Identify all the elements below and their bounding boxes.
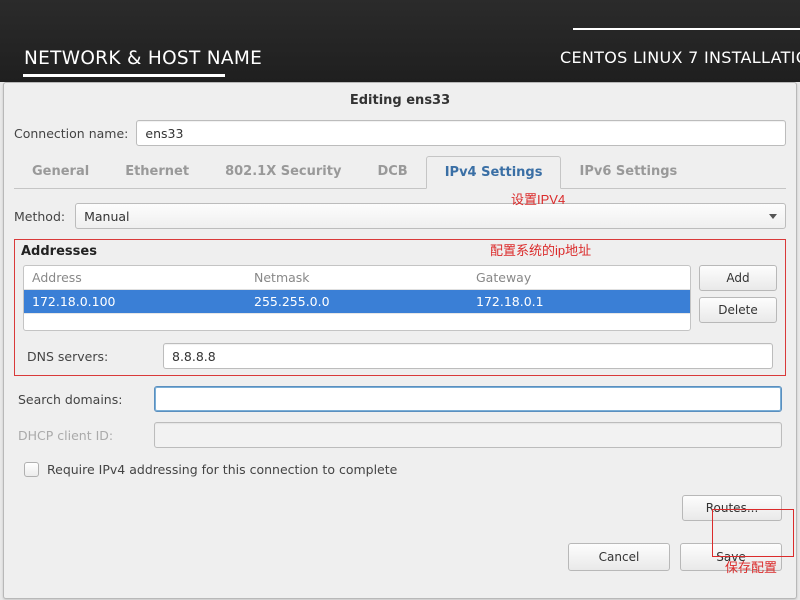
chevron-down-icon [769,214,777,219]
installer-header: NETWORK & HOST NAME CENTOS LINUX 7 INSTA… [0,0,800,82]
edit-connection-dialog: Editing ens33 Connection name: General E… [3,82,797,599]
table-row[interactable]: 172.18.0.100 255.255.0.0 172.18.0.1 [24,290,690,313]
dhcp-client-id-label: DHCP client ID: [18,428,148,443]
require-ipv4-checkbox[interactable] [24,462,39,477]
connection-name-label: Connection name: [14,126,128,141]
annotation-addresses: 配置系统的ip地址 [490,240,591,259]
method-label: Method: [14,209,65,224]
col-address: Address [24,266,246,290]
connection-name-input[interactable] [136,120,786,146]
table-row-empty[interactable] [24,313,690,330]
delete-button[interactable]: Delete [699,297,777,323]
tab-dcb[interactable]: DCB [359,156,425,188]
dialog-title: Editing ens33 [4,83,796,116]
method-value: Manual [84,209,129,224]
tab-8021x[interactable]: 802.1X Security [207,156,359,188]
tab-ipv4-settings[interactable]: IPv4 Settings [426,156,562,189]
dhcp-client-id-input [154,422,782,448]
cell-gateway: 172.18.0.1 [468,290,690,313]
search-domains-input[interactable] [154,386,782,412]
method-select[interactable]: Manual [75,203,786,229]
col-netmask: Netmask [246,266,468,290]
tab-ethernet[interactable]: Ethernet [107,156,207,188]
header-divider [573,28,800,30]
annotation-save: 保存配置 [725,557,777,576]
dns-servers-input[interactable] [163,343,773,369]
add-button[interactable]: Add [699,265,777,291]
cell-netmask: 255.255.0.0 [246,290,468,313]
col-gateway: Gateway [468,266,690,290]
addresses-table[interactable]: Address Netmask Gateway 172.18.0.100 255… [23,265,691,331]
tab-general[interactable]: General [14,156,107,188]
addresses-section: Addresses Address Netmask Gateway 172.18… [14,239,786,376]
require-ipv4-label: Require IPv4 addressing for this connect… [47,462,397,477]
settings-tabs: General Ethernet 802.1X Security DCB IPv… [14,156,786,189]
installer-product: CENTOS LINUX 7 INSTALLATIO [560,48,800,67]
dns-servers-label: DNS servers: [27,349,157,364]
cell-address: 172.18.0.100 [24,290,246,313]
annotation-ipv4: 设置IPV4 [511,189,565,208]
addresses-title: Addresses [15,240,785,265]
page-title: NETWORK & HOST NAME [24,48,262,69]
tab-ipv6-settings[interactable]: IPv6 Settings [561,156,695,188]
title-underline [23,74,225,77]
routes-button[interactable]: Routes... [682,495,782,521]
cancel-button[interactable]: Cancel [568,543,670,571]
search-domains-label: Search domains: [18,392,148,407]
table-header: Address Netmask Gateway [24,266,690,290]
